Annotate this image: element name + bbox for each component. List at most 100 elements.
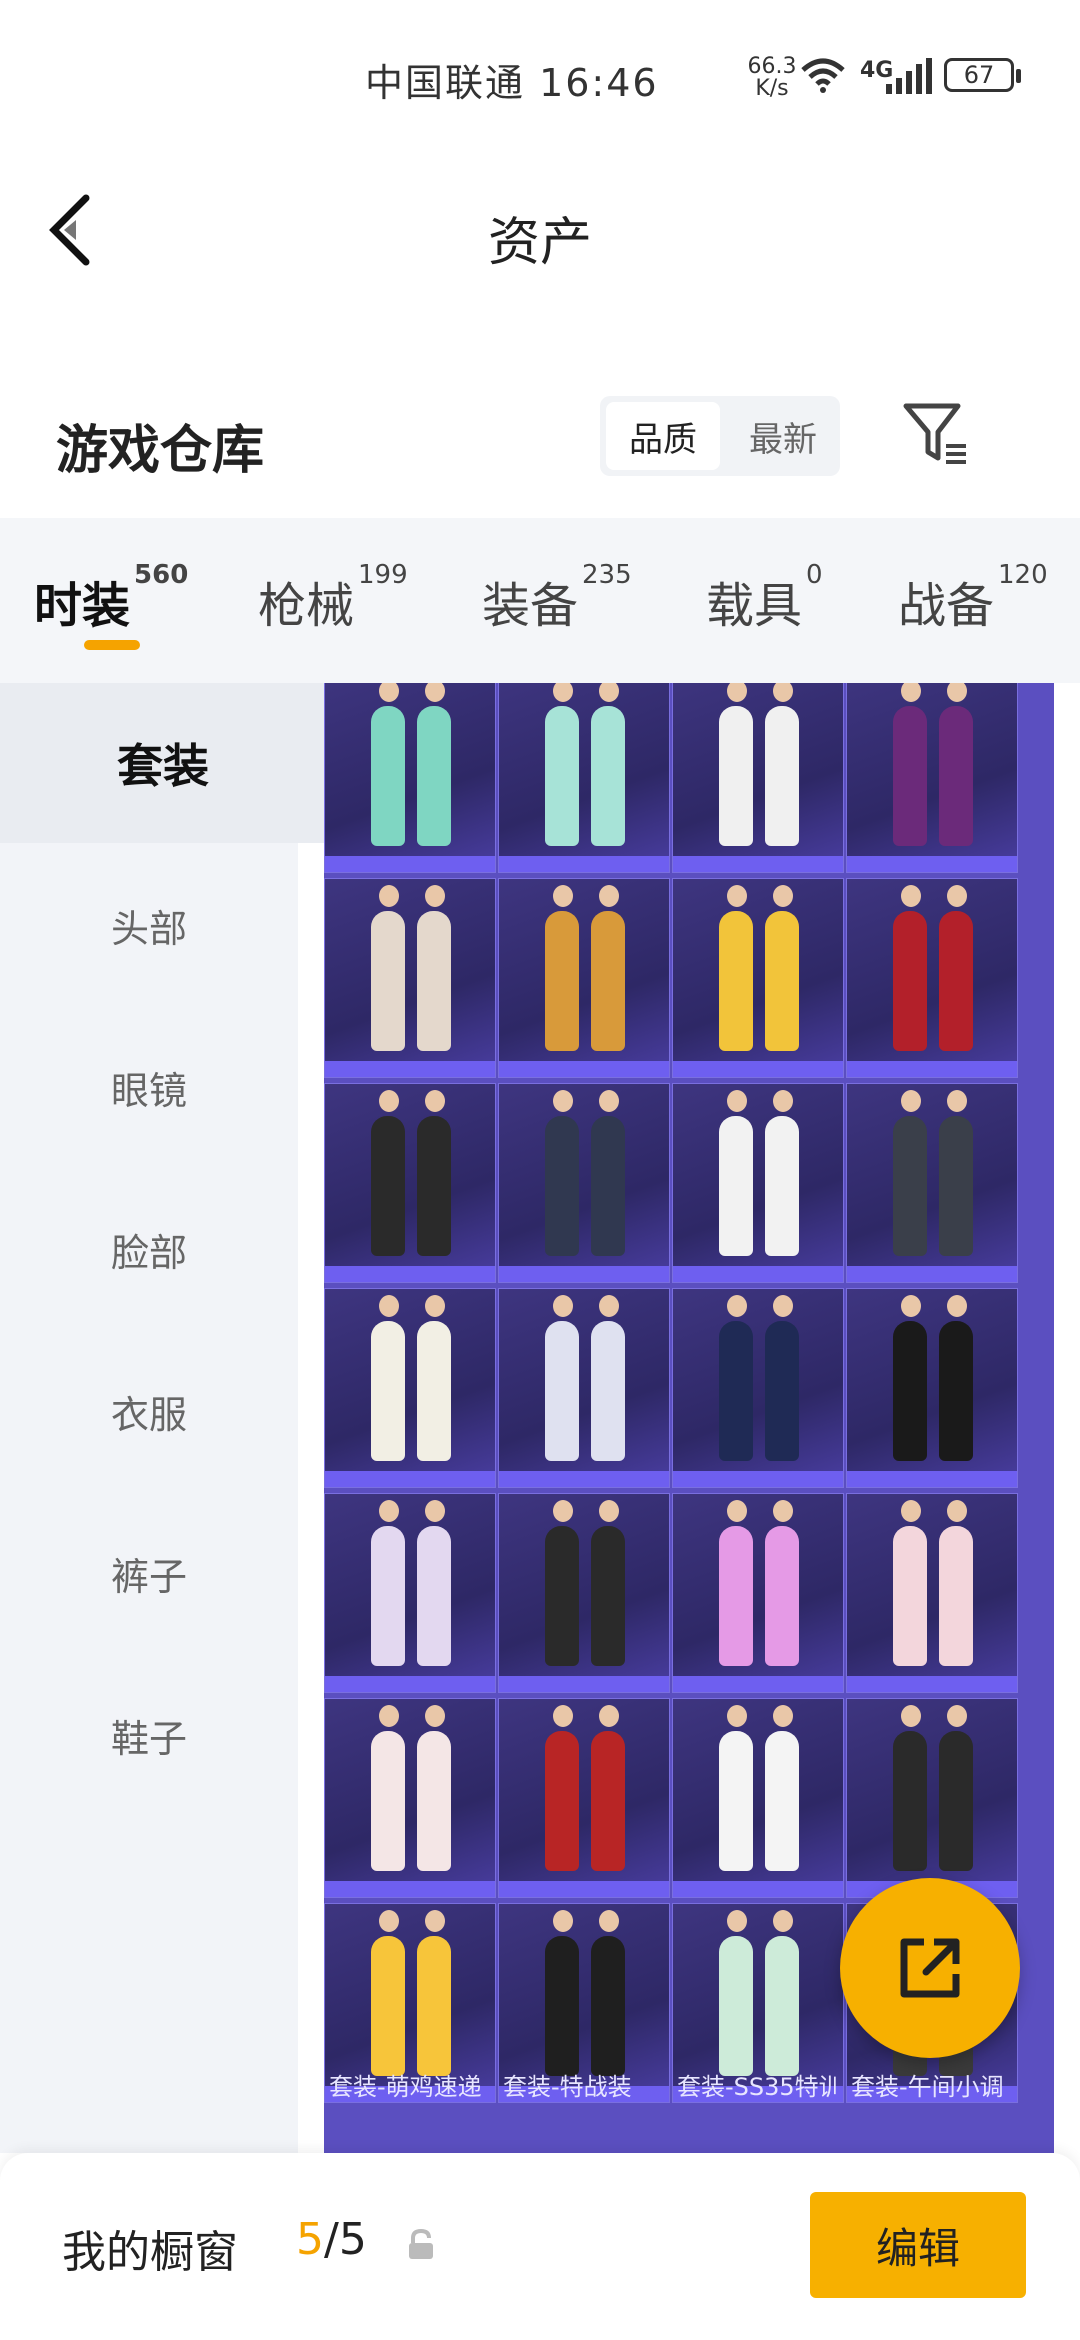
sidebar-item-glasses[interactable]: 眼镜 [0,1007,298,1167]
battery-indicator: 67 [944,58,1021,92]
tab-supplies[interactable]: 战备120 [898,560,1048,634]
item-label-strip [499,1266,669,1282]
sort-quality-option[interactable]: 品质 [606,402,720,470]
item-label-strip [325,856,495,872]
sidebar-item-shoes[interactable]: 鞋子 [0,1655,298,1815]
outfit-figure [765,1500,799,1666]
sort-newest-option[interactable]: 最新 [726,396,840,476]
outfit-item[interactable] [846,1288,1018,1488]
outfit-item[interactable] [846,1083,1018,1283]
outfit-item[interactable] [672,1698,844,1898]
item-label-strip [847,1676,1017,1692]
figure-head [599,1295,619,1317]
tab-vehicles[interactable]: 载具0 [706,560,823,634]
figure-head [599,1500,619,1522]
outfit-item[interactable] [324,1698,496,1898]
figure-head [425,1500,445,1522]
outfit-item[interactable] [498,1083,670,1283]
figure-head [727,1910,747,1932]
figure-head [901,1090,921,1112]
outfit-item[interactable] [672,683,844,873]
outfit-figure [719,1705,753,1871]
outfit-figure [893,1295,927,1461]
outfit-item[interactable] [846,1493,1018,1693]
figure-head [425,1705,445,1727]
outfit-figure [417,1295,451,1461]
outfit-figure [939,1500,973,1666]
net-speed: 66.3 K/s [747,54,797,101]
share-button[interactable] [840,1878,1020,2058]
filter-icon [903,403,966,464]
outfit-item[interactable] [498,1288,670,1488]
sidebar-item-head[interactable]: 头部 [0,845,298,1005]
outfit-item[interactable] [672,1083,844,1283]
outfit-figure [417,1910,451,2076]
figure-head [553,1090,573,1112]
outfit-figure [939,683,973,846]
outfit-item[interactable] [846,1698,1018,1898]
outfit-item[interactable] [498,1698,670,1898]
figure-head [553,1910,573,1932]
outfit-figure [371,885,405,1051]
figure-head [379,1090,399,1112]
item-name-label: 套装-萌鸡速递 [329,2073,482,2101]
tab-equipment[interactable]: 装备235 [482,560,632,634]
outfit-item[interactable] [846,683,1018,873]
showcase-count: 5/5 [296,2214,367,2265]
outfit-figure [893,885,927,1051]
outfit-item[interactable] [672,878,844,1078]
share-icon [900,1938,960,1998]
figure-head [727,885,747,907]
figure-head [947,1705,967,1727]
outfit-item[interactable] [498,1493,670,1693]
figure-head [553,1500,573,1522]
sidebar-item-face[interactable]: 脸部 [0,1169,298,1329]
tab-fashion[interactable]: 时装560 [34,560,188,634]
item-label-strip [499,1676,669,1692]
figure-head [773,1705,793,1727]
figure-head [727,1500,747,1522]
outfit-figure [417,1500,451,1666]
outfit-item[interactable] [498,878,670,1078]
outfit-figure [939,1295,973,1461]
tab-firearms[interactable]: 枪械199 [258,560,408,634]
outfit-figure [417,683,451,846]
sidebar-item-pants[interactable]: 裤子 [0,1493,298,1653]
outfit-figure [545,1705,579,1871]
sidebar-item-clothes[interactable]: 衣服 [0,1331,298,1491]
outfit-item[interactable] [672,1288,844,1488]
figure-head [425,885,445,907]
edit-button[interactable]: 编辑 [810,2192,1026,2298]
page-title: 资产 [487,213,592,273]
outfit-figure [545,683,579,846]
outfit-item[interactable] [324,683,496,873]
figure-head [379,1910,399,1932]
outfit-item[interactable] [846,878,1018,1078]
figure-head [773,1500,793,1522]
outfit-item[interactable] [498,683,670,873]
outfit-item[interactable] [324,1493,496,1693]
outfit-figure [939,1090,973,1256]
filter-button[interactable] [900,398,972,470]
item-label-strip [325,1676,495,1692]
figure-head [379,1500,399,1522]
outfit-figure [893,1500,927,1666]
outfit-figure [893,1090,927,1256]
outfit-item[interactable]: 套装-萌鸡速递 [324,1903,496,2103]
outfit-figure [939,1705,973,1871]
sidebar-item-suit[interactable]: 套装 [0,683,326,843]
outfit-item[interactable]: 套装-SS35特训 [672,1903,844,2103]
lock-icon [409,2228,433,2259]
outfit-item[interactable] [324,1083,496,1283]
figure-head [599,1090,619,1112]
outfit-item[interactable] [324,1288,496,1488]
outfit-item[interactable]: 套装-特战装 [498,1903,670,2103]
item-label-strip [325,1266,495,1282]
outfit-figure [417,1090,451,1256]
figure-head [553,885,573,907]
outfit-item[interactable] [324,878,496,1078]
outfit-figure [371,1090,405,1256]
outfit-figure [591,1295,625,1461]
outfit-item[interactable] [672,1493,844,1693]
outfit-figure [545,885,579,1051]
